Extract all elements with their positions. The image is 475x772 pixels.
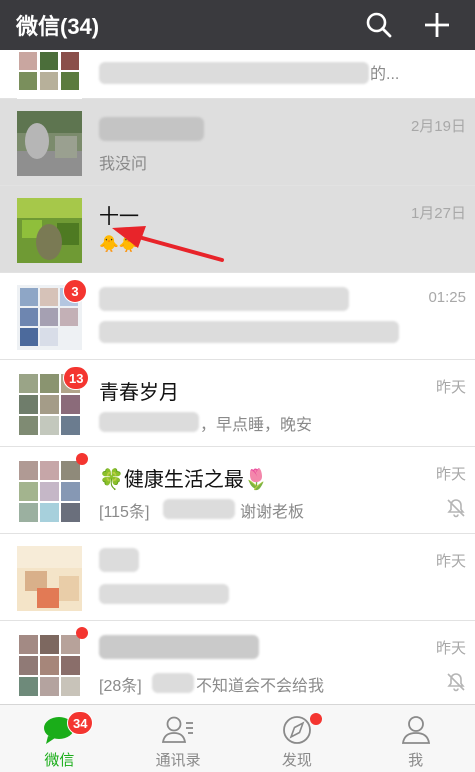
blurred-name: [99, 635, 259, 659]
chat-preview: 的...: [370, 66, 400, 83]
chat-name: 🍀健康生活之最🌷: [99, 469, 269, 491]
chat-item[interactable]: 3 01:25: [0, 273, 475, 360]
plus-icon: [425, 13, 449, 37]
chat-preview: 我没问: [99, 156, 148, 173]
chat-name: 青春岁月: [99, 382, 179, 404]
chat-time: 昨天: [435, 466, 466, 483]
tab-label: 微信: [44, 752, 75, 769]
chat-preview: [115条]: [99, 504, 150, 521]
top-bar: 微信(34): [0, 0, 475, 50]
chat-item[interactable]: 的...: [0, 50, 475, 99]
chat-time: 1月27日: [410, 205, 466, 222]
chat-item[interactable]: 13 青春岁月 ，早点睡，晚安 昨天: [0, 360, 475, 447]
chat-list: 的... 我没问 2月19日 十一 🐥🐥 1月27日 3 01:25 13 青春…: [0, 50, 475, 704]
person-icon: [401, 716, 430, 744]
chat-time: 昨天: [435, 553, 466, 570]
blurred-preview: [99, 584, 229, 604]
chat-preview: 🐥🐥: [99, 236, 139, 253]
blurred-preview: [99, 62, 369, 84]
mute-icon: [445, 497, 467, 524]
discover-dot: [309, 713, 322, 725]
avatar: [17, 50, 82, 99]
tab-label: 发现: [281, 752, 312, 769]
blurred-name: [99, 117, 204, 141]
chat-item[interactable]: 昨天: [0, 534, 475, 621]
avatar: [17, 633, 82, 698]
tab-label: 我: [408, 752, 424, 769]
tab-bar: 34 微信 通讯录 发现 我: [0, 704, 475, 772]
avatar: [17, 198, 82, 263]
chat-time: 01:25: [428, 289, 466, 306]
tab-discover[interactable]: 发现: [238, 705, 357, 772]
add-button[interactable]: [417, 5, 457, 45]
chat-name: 十一: [99, 206, 139, 228]
chat-item[interactable]: 我没问 2月19日: [0, 99, 475, 186]
chat-preview: ，早点睡，晚安: [200, 417, 313, 434]
chat-item[interactable]: 十一 🐥🐥 1月27日: [0, 186, 475, 273]
chat-preview: [28条]: [99, 678, 142, 695]
tab-chats[interactable]: 34 微信: [0, 705, 119, 772]
search-button[interactable]: [359, 5, 399, 45]
chat-preview-tail: 不知道会不会给我: [196, 678, 325, 695]
tab-label: 通讯录: [155, 752, 201, 769]
mute-icon: [445, 671, 467, 698]
unread-badge: 34: [67, 711, 94, 735]
chat-time: 2月19日: [410, 118, 466, 135]
blurred-preview: [152, 673, 194, 693]
chat-item[interactable]: [28条] 不知道会不会给我 昨天: [0, 621, 475, 704]
contacts-icon: [162, 716, 194, 743]
chat-preview-tail: 谢谢老板: [240, 504, 305, 521]
unread-badge: 3: [63, 279, 87, 303]
avatar: [17, 111, 82, 176]
chat-time: 昨天: [435, 379, 466, 396]
unread-dot: [76, 627, 88, 639]
unread-badge: 13: [63, 366, 90, 390]
chat-item[interactable]: 🍀健康生活之最🌷 [115条] 谢谢老板 昨天: [0, 447, 475, 534]
tab-contacts[interactable]: 通讯录: [119, 705, 238, 772]
unread-dot: [76, 453, 88, 465]
avatar: [17, 546, 82, 611]
compass-icon: [282, 716, 311, 744]
blurred-name: [99, 287, 349, 311]
tab-me[interactable]: 我: [356, 705, 475, 772]
chat-time: 昨天: [435, 640, 466, 657]
blurred-preview: [99, 321, 399, 343]
blurred-preview: [99, 412, 199, 432]
app-title: 微信(34): [16, 14, 100, 39]
blurred-preview: [163, 499, 235, 519]
blurred-name: [99, 548, 139, 572]
search-icon: [366, 12, 392, 38]
avatar: [17, 459, 82, 524]
